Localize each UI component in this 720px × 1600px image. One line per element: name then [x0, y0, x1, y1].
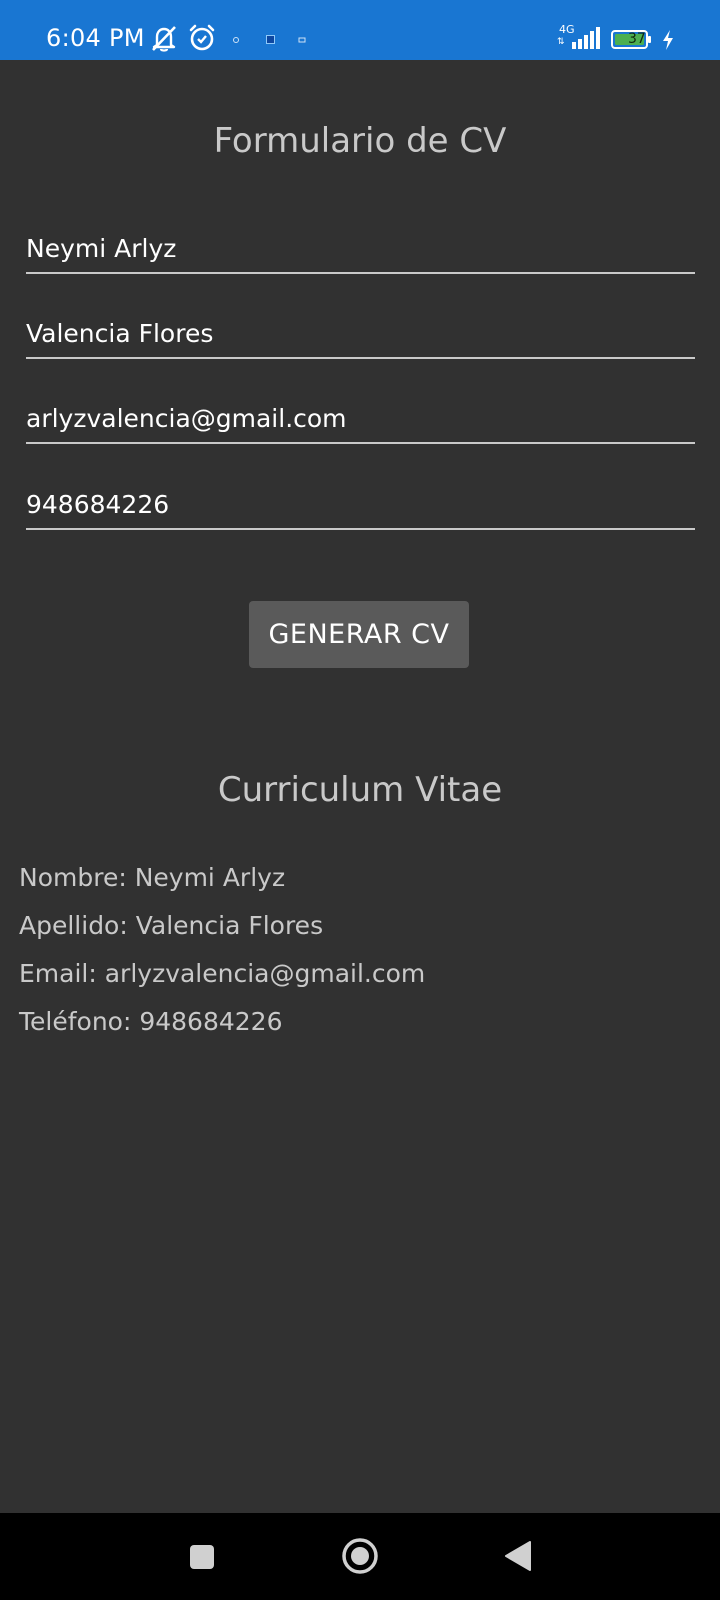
cv-surname-line: Apellido: Valencia Flores — [19, 911, 324, 940]
form-title: Formulario de CV — [213, 121, 507, 161]
battery-level: 37 — [628, 31, 646, 47]
name-field[interactable] — [26, 222, 695, 274]
notification-icon — [298, 37, 306, 43]
network-arrows: ⇅ — [557, 37, 565, 47]
generate-cv-button[interactable]: GENERAR CV — [249, 601, 469, 668]
cv-name-line: Nombre: Neymi Arlyz — [19, 863, 286, 892]
navigation-bar — [0, 1513, 720, 1600]
notification-icon — [233, 37, 239, 43]
screen: 6:04 PM 4G ⇅ 37 Formulario de CV Neymi A… — [0, 0, 720, 1600]
cv-email-line: Email: arlyzvalencia@gmail.com — [19, 959, 426, 988]
alarm-icon — [189, 24, 215, 51]
cv-phone-line: Teléfono: 948684226 — [19, 1007, 283, 1036]
back-icon[interactable] — [504, 1540, 532, 1572]
app-notification-icon — [266, 35, 275, 44]
signal-icon — [572, 27, 600, 49]
name-input[interactable] — [26, 232, 695, 266]
phone-input[interactable] — [26, 488, 695, 522]
recents-icon[interactable] — [188, 1543, 216, 1571]
surname-input[interactable] — [26, 317, 695, 351]
mute-icon — [152, 26, 176, 52]
status-time: 6:04 PM — [46, 24, 145, 52]
surname-field[interactable] — [26, 307, 695, 359]
charging-icon — [663, 30, 673, 50]
status-bar: 6:04 PM 4G ⇅ 37 — [0, 0, 720, 60]
home-icon[interactable] — [341, 1537, 379, 1575]
cv-title: Curriculum Vitae — [217, 770, 503, 810]
email-input[interactable] — [26, 402, 695, 436]
phone-field[interactable] — [26, 478, 695, 530]
email-field[interactable] — [26, 392, 695, 444]
